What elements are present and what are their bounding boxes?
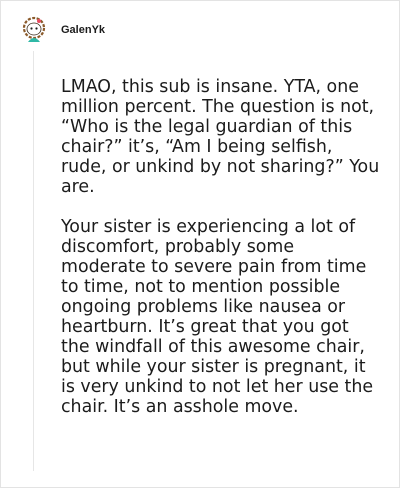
thread-line[interactable]: [33, 51, 34, 471]
comment-username[interactable]: GalenYk: [61, 24, 105, 36]
comment-body: LMAO, this sub is insane. YTA, one milli…: [61, 77, 381, 437]
comment-paragraph-2: Your sister is experiencing a lot of dis…: [61, 217, 374, 417]
comment-header: GalenYk: [19, 15, 105, 45]
comment-paragraph-1: LMAO, this sub is insane. YTA, one milli…: [61, 77, 380, 197]
comment-card: GalenYk LMAO, this sub is insane. YTA, o…: [0, 0, 400, 488]
snoo-avatar-icon[interactable]: [19, 15, 49, 45]
